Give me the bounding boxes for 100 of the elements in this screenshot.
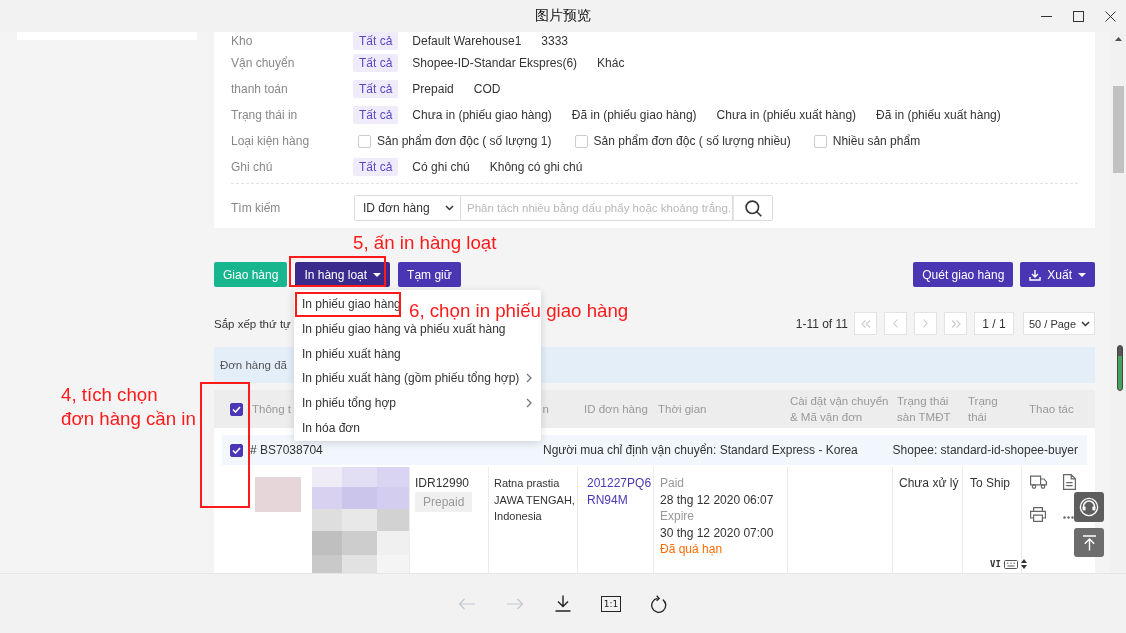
filter-option[interactable]: Chưa in (phiếu giao hàng) [406, 106, 558, 124]
filter-option[interactable]: Prepaid [406, 80, 460, 98]
checkbox[interactable] [574, 134, 588, 148]
column-header: Trạng thái [968, 395, 998, 423]
keyboard-icon[interactable] [1003, 559, 1018, 569]
filter-option[interactable]: Tất cả [353, 158, 399, 176]
time-label: Paid [660, 475, 686, 492]
back-to-top-button[interactable] [1074, 528, 1104, 557]
search-type-select[interactable]: ID đơn hàng [354, 195, 461, 221]
minimize-icon [1040, 15, 1052, 17]
filter-option[interactable]: Tất cả [353, 106, 399, 124]
caret-down-icon [373, 272, 382, 277]
chevron-down-icon [445, 205, 454, 211]
truck-icon[interactable] [1030, 475, 1047, 489]
order-amount: IDR12990 [415, 475, 471, 492]
annotation-text: 5, ấn in hàng loạt [353, 234, 497, 252]
filter-option[interactable]: Chưa in (phiếu xuất hàng) [710, 106, 863, 124]
notice-text: Đơn hàng đã [220, 359, 287, 371]
order-id-link[interactable]: 201227PQ6RN94M [587, 475, 653, 508]
search-button[interactable] [733, 195, 773, 221]
action-button[interactable]: Tạm giữ [398, 262, 461, 287]
action-button[interactable]: Xuất [1020, 262, 1095, 287]
menu-item[interactable]: In phiếu xuất hàng (gồm phiếu tổng hợp) [302, 370, 532, 387]
checkbox-label[interactable]: Nhiều sản phẩm [832, 134, 921, 148]
column-header: Thời gian [658, 403, 707, 415]
checkbox-label[interactable]: Sản phẩm đơn độc ( số lượng nhiều) [593, 134, 791, 148]
page-number-field[interactable]: 1 / 1 [974, 312, 1014, 335]
filter-option[interactable]: Tất cả [353, 32, 399, 50]
more-icon[interactable] [1063, 516, 1074, 519]
chevron-left-icon [893, 319, 898, 328]
filter-option[interactable]: Default Warehouse1 [406, 32, 528, 50]
column-header: Thông t [252, 403, 291, 415]
filter-option[interactable]: COD [467, 80, 507, 98]
filter-option[interactable]: Đã in (phiếu giao hàng) [565, 106, 703, 124]
buyer-account: Shopee: standard-id-shopee-buyer [892, 443, 1079, 457]
chevron-right-icon [923, 319, 928, 328]
filter-option[interactable]: Không có ghi chú [483, 158, 589, 176]
filter-label: Vận chuyển [231, 56, 296, 70]
close-icon [1104, 10, 1116, 22]
chevron-right-icon [526, 373, 532, 384]
maximize-icon [1072, 10, 1084, 22]
filter-option[interactable]: Đã in (phiếu xuất hàng) [870, 106, 1007, 124]
order-checkbox[interactable] [229, 443, 243, 457]
filter-label: thanh toán [231, 82, 289, 96]
column-header: n [542, 403, 549, 415]
filter-label: Ghi chú [231, 160, 274, 174]
order-status: To Ship [970, 476, 1011, 490]
rotate-icon [651, 594, 667, 613]
platform-status: Chưa xử lý [899, 476, 959, 490]
time-label: Expire [660, 508, 695, 525]
annotation-text: 4, tích chọn đơn hàng cần in [61, 383, 196, 431]
arrow-left-icon [458, 597, 476, 610]
time-value: 28 thg 12 2020 06:07 [660, 491, 775, 508]
shipping-address: Ratna prastia JAWA TENGAH, Indonesia [494, 476, 576, 524]
overdue-status: Đã quá hạn [660, 541, 724, 558]
page-size-select[interactable]: 50 / Page [1023, 312, 1095, 335]
document-icon[interactable] [1063, 474, 1076, 490]
support-button[interactable] [1074, 492, 1104, 522]
payment-tag: Prepaid [415, 491, 473, 512]
checkbox[interactable] [813, 134, 827, 148]
filter-option[interactable]: Shopee-ID-Standar Ekspres(6) [406, 54, 584, 72]
checkmark-icon [231, 405, 241, 413]
filter-option[interactable]: Tất cả [353, 80, 399, 98]
double-chevron-right-icon [950, 319, 961, 328]
chevron-down-icon [1081, 320, 1090, 327]
printer-icon[interactable] [1030, 507, 1046, 522]
shipping-note: Người mua chỉ định vận chuyển: Standard Express - Korea [543, 443, 858, 457]
menu-item[interactable]: In hóa đơn [302, 420, 360, 436]
scroll-up-arrow-icon[interactable] [1114, 37, 1122, 41]
menu-item[interactable]: In phiếu giao hàng và phiếu xuất hàng [302, 320, 506, 337]
checkmark-icon [231, 446, 241, 454]
checkbox[interactable] [358, 134, 371, 148]
search-field[interactable]: Phân tách nhiều bằng dấu phẩy hoặc khoảng trắng. [461, 195, 733, 221]
arrow-right-icon [506, 597, 524, 610]
up-down-arrows-icon[interactable] [1020, 559, 1027, 569]
search-label: Tìm kiếm [231, 201, 282, 215]
scroll-indicator [1116, 345, 1123, 391]
annotation-text: 6, chọn in phiếu giao hàng [409, 302, 629, 320]
filter-option[interactable]: Khác [591, 54, 631, 72]
page-range-text: 1-11 of 11 [795, 316, 848, 331]
action-button[interactable]: In hàng loạt [295, 262, 391, 287]
chevron-right-icon [526, 398, 532, 409]
order-number: # BS7038704 [250, 443, 324, 457]
filter-option[interactable]: Tất cả [353, 54, 399, 72]
action-button[interactable]: Quét giao hàng [913, 262, 1014, 287]
headset-icon [1079, 497, 1099, 517]
checkbox-label[interactable]: Sản phẩm đơn độc ( số lượng 1) [377, 134, 552, 148]
column-header: ID đơn hàng [584, 403, 648, 415]
filter-option[interactable]: 3333 [535, 32, 574, 50]
scrollbar-thumb[interactable] [1112, 86, 1124, 173]
input-method-indicator[interactable]: VI [990, 559, 1001, 569]
download-icon [555, 595, 571, 612]
filter-option[interactable]: Có ghi chú [406, 158, 476, 176]
select-all-checkbox[interactable] [229, 402, 243, 416]
filter-label: Kho [231, 34, 254, 48]
menu-item[interactable]: In phiếu xuất hàng [302, 345, 401, 362]
menu-item[interactable]: In phiếu tổng hợp [302, 395, 532, 412]
double-chevron-left-icon [860, 319, 871, 328]
caret-down-icon [1078, 272, 1086, 277]
column-header: Trạng thái sàn TMĐT [897, 395, 951, 423]
